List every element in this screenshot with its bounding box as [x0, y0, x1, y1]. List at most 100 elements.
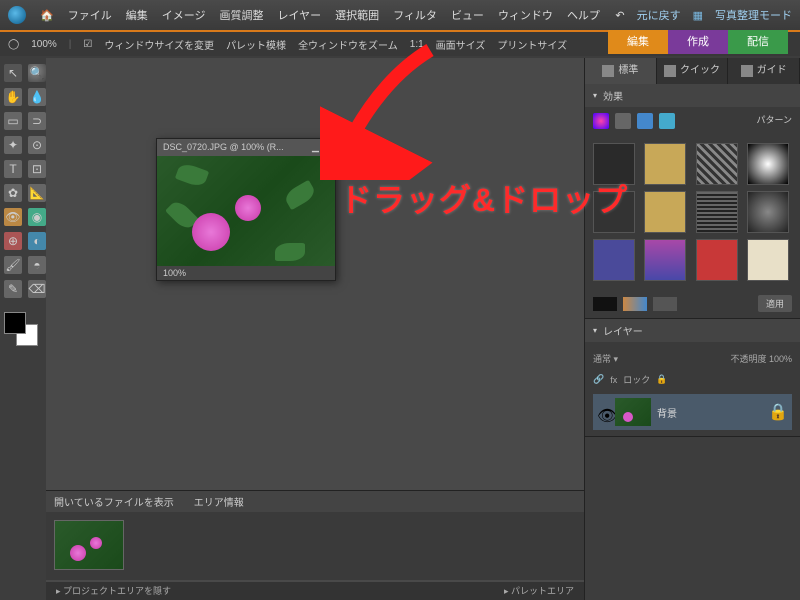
fx-category-styles-icon[interactable]	[615, 113, 631, 129]
document-title: DSC_0720.JPG @ 100% (R...	[163, 142, 284, 153]
status-right[interactable]: ▸ パレットエリア	[504, 584, 574, 598]
menu-view[interactable]: ビュー	[451, 7, 484, 23]
fx-swatch[interactable]	[593, 239, 635, 281]
fx-swatch[interactable]	[696, 143, 738, 185]
document-image[interactable]	[157, 156, 335, 266]
bin-thumbnail[interactable]	[54, 520, 124, 570]
opt-fit-window[interactable]: ウィンドウサイズを変更	[104, 37, 214, 52]
menu-adjust[interactable]: 画質調整	[219, 7, 263, 23]
menu-file[interactable]: ファイル	[68, 7, 112, 23]
fx-category-all-icon[interactable]	[659, 113, 675, 129]
mode-label[interactable]: 写真整理モード	[715, 7, 792, 23]
fx-swatch[interactable]	[696, 239, 738, 281]
fx-category-filters-icon[interactable]	[593, 113, 609, 129]
layer-blend-dropdown[interactable]: 通常 ▾	[593, 352, 618, 365]
fx-category-effects-icon[interactable]	[637, 113, 653, 129]
fx-dropdown[interactable]: パターン	[756, 113, 792, 129]
rtab-quick[interactable]: クイック	[657, 58, 729, 84]
fx-swatch[interactable]	[593, 143, 635, 185]
tab-share[interactable]: 配信	[728, 30, 788, 54]
document-titlebar[interactable]: DSC_0720.JPG @ 100% (R... ▁ ✕	[157, 139, 335, 156]
fx-mini-swatch[interactable]	[593, 297, 617, 311]
brush-tool-icon[interactable]: 🖌	[4, 256, 22, 274]
rtab-standard[interactable]: 標準	[585, 58, 657, 84]
blur-tool-icon[interactable]: ◐	[28, 232, 46, 250]
quickselect-tool-icon[interactable]: ⊙	[28, 136, 46, 154]
opt-palette[interactable]: パレット模様	[226, 37, 286, 52]
status-left[interactable]: ▸ プロジェクトエリアを隠す	[56, 584, 171, 598]
organizer-icon[interactable]: ▦	[693, 9, 703, 22]
color-swatches[interactable]	[4, 312, 38, 346]
pencil-icon	[602, 65, 614, 77]
fx-mini-swatch[interactable]	[623, 297, 647, 311]
fx-apply-button[interactable]: 適用	[758, 295, 792, 312]
zoom-tool-icon[interactable]: 🔍	[28, 64, 46, 82]
straighten-tool-icon[interactable]: 📐	[28, 184, 46, 202]
fx-mini-swatch[interactable]	[653, 297, 677, 311]
layer-name[interactable]: 背景	[657, 405, 677, 420]
layer-fx-icon[interactable]: fx	[610, 375, 617, 385]
menu-edit[interactable]: 編集	[126, 7, 148, 23]
type-tool-icon[interactable]: T	[4, 160, 22, 178]
lock-icon[interactable]: 🔒	[656, 374, 667, 385]
fx-swatch[interactable]	[747, 239, 789, 281]
wand-tool-icon[interactable]: ✦	[4, 136, 22, 154]
hand-tool-icon[interactable]: ✋	[4, 88, 22, 106]
crop-tool-icon[interactable]: ⊡	[28, 160, 46, 178]
spot-heal-tool-icon[interactable]: ◉	[28, 208, 46, 226]
opt-1to1[interactable]: 1:1	[410, 39, 424, 50]
eraser-tool-icon[interactable]: ⌫	[28, 280, 46, 298]
fx-swatch[interactable]	[696, 191, 738, 233]
document-zoom-status: 100%	[157, 266, 335, 280]
layers-lock-label: ロック	[623, 373, 650, 386]
clone-stamp-tool-icon[interactable]: ⊕	[4, 232, 22, 250]
layer-visibility-icon[interactable]: 👁	[597, 406, 609, 418]
move-tool-icon[interactable]: ↖	[4, 64, 22, 82]
home-icon[interactable]: 🏠	[40, 9, 54, 22]
fx-swatch[interactable]	[747, 191, 789, 233]
canvas-area[interactable]: DSC_0720.JPG @ 100% (R... ▁ ✕ 100% 開いている…	[46, 58, 584, 600]
fx-swatch[interactable]	[644, 191, 686, 233]
lasso-tool-icon[interactable]: ⊃	[28, 112, 46, 130]
effects-title[interactable]: 効果	[603, 88, 623, 103]
document-window[interactable]: DSC_0720.JPG @ 100% (R... ▁ ✕ 100%	[156, 138, 336, 281]
sponge-tool-icon[interactable]: ◓	[28, 256, 46, 274]
menu-layer[interactable]: レイヤー	[277, 7, 321, 23]
zoom-pct[interactable]: 100%	[31, 39, 57, 50]
layer-link-icon[interactable]: 🔗	[593, 374, 604, 385]
window-controls-icon[interactable]: ▁ ✕	[312, 142, 329, 153]
menu-filter[interactable]: フィルタ	[393, 7, 437, 23]
fg-color-swatch[interactable]	[4, 312, 26, 334]
undo-icon[interactable]: ↶	[615, 9, 624, 22]
opt-print-size[interactable]: プリントサイズ	[497, 37, 567, 52]
pencil-tool-icon[interactable]: ✎	[4, 280, 22, 298]
layer-opacity-value[interactable]: 100%	[769, 354, 792, 364]
fx-swatch[interactable]	[747, 143, 789, 185]
fx-swatch[interactable]	[593, 191, 635, 233]
menu-window[interactable]: ウィンドウ	[498, 7, 553, 23]
fx-swatch[interactable]	[644, 143, 686, 185]
eyedropper-tool-icon[interactable]: 💧	[28, 88, 46, 106]
tool-preset-icon[interactable]: ◯	[8, 39, 19, 50]
tool-panel: ↖ 🔍 ✋ 💧 ▭ ⊃ ✦ ⊙ T ⊡ ✿ 📐 👁 ◉ ⊕ ◐ 🖌 ◓ ✎ ⌫	[0, 58, 46, 600]
opt-all-windows[interactable]: 全ウィンドウをズーム	[298, 37, 398, 52]
fx-swatch[interactable]	[644, 239, 686, 281]
bin-tab-area-info[interactable]: エリア情報	[194, 494, 244, 509]
menu-image[interactable]: イメージ	[162, 7, 206, 23]
opt-screen-size[interactable]: 画面サイズ	[436, 37, 486, 52]
rtab-guided[interactable]: ガイド	[728, 58, 800, 84]
layer-thumbnail[interactable]	[615, 398, 651, 426]
layer-row[interactable]: 👁 背景 🔒	[593, 394, 792, 430]
undo-label[interactable]: 元に戻す	[637, 7, 681, 23]
menu-help[interactable]: ヘルプ	[567, 7, 600, 23]
cookie-cutter-tool-icon[interactable]: ✿	[4, 184, 22, 202]
redeye-tool-icon[interactable]: 👁	[4, 208, 22, 226]
tab-make[interactable]: 作成	[668, 30, 728, 54]
layers-title[interactable]: レイヤー	[603, 323, 643, 338]
marquee-tool-icon[interactable]: ▭	[4, 112, 22, 130]
wand-icon	[664, 65, 676, 77]
menu-select[interactable]: 選択範囲	[335, 7, 379, 23]
effects-panel: ▾効果 パターン	[585, 84, 800, 319]
tab-edit[interactable]: 編集	[608, 30, 668, 54]
bin-tab-open-files[interactable]: 開いているファイルを表示	[54, 494, 174, 509]
